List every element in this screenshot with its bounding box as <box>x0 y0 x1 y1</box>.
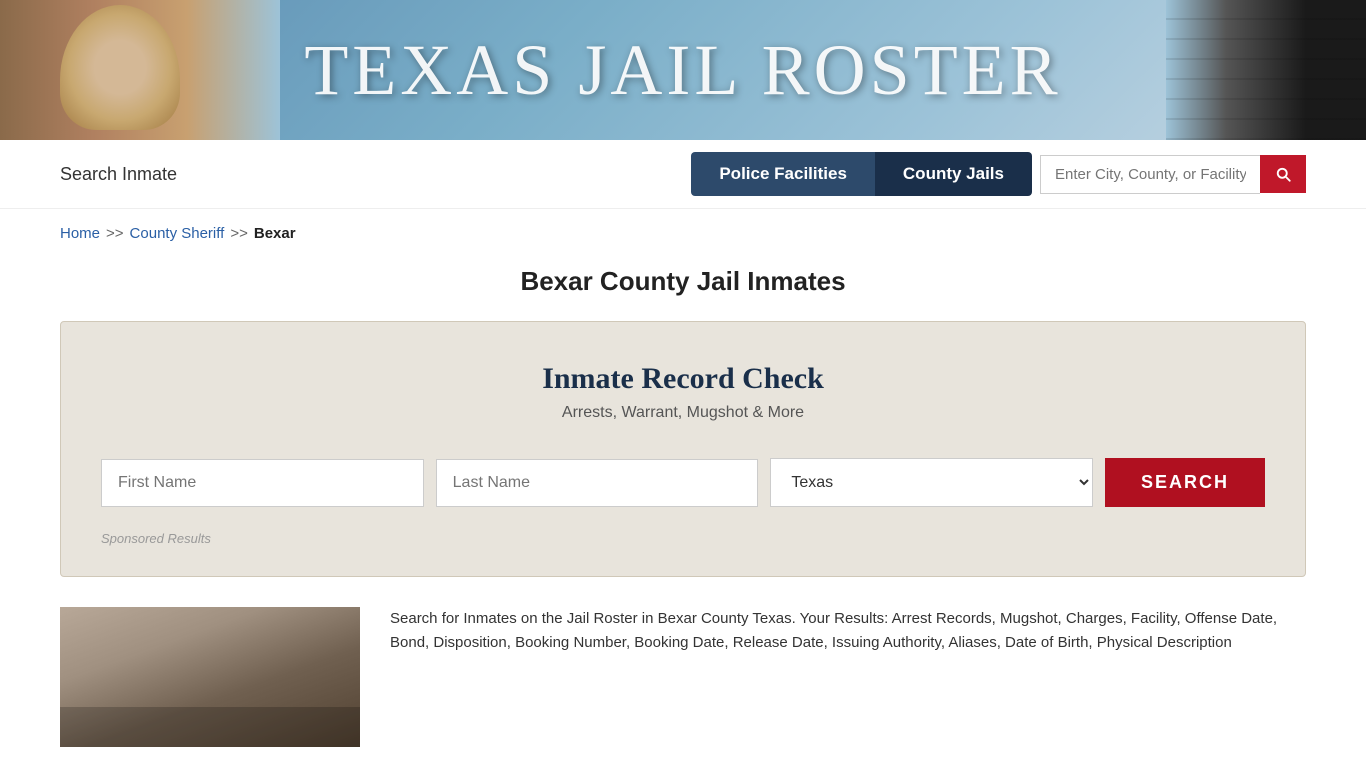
facility-search-input[interactable] <box>1040 155 1260 194</box>
sponsored-label: Sponsored Results <box>101 531 1265 546</box>
nav-right: Police Facilities County Jails <box>691 152 1306 196</box>
breadcrumb-separator-2: >> <box>230 225 248 242</box>
police-facilities-tab[interactable]: Police Facilities <box>691 152 875 196</box>
breadcrumb: Home >> County Sheriff >> Bexar <box>0 209 1366 250</box>
facility-search-wrapper <box>1040 155 1306 194</box>
record-check-form: AlabamaAlaskaArizonaArkansasCaliforniaCo… <box>101 458 1265 507</box>
banner-title: Texas Jail Roster <box>304 29 1061 112</box>
nav-bar: Search Inmate Police Facilities County J… <box>0 140 1366 209</box>
breadcrumb-separator-1: >> <box>106 225 124 242</box>
state-select[interactable]: AlabamaAlaskaArizonaArkansasCaliforniaCo… <box>770 458 1093 507</box>
record-check-title: Inmate Record Check <box>101 362 1265 396</box>
search-inmate-label: Search Inmate <box>60 164 177 185</box>
bottom-section: Search for Inmates on the Jail Roster in… <box>60 607 1306 767</box>
breadcrumb-home[interactable]: Home <box>60 225 100 242</box>
record-check-subtitle: Arrests, Warrant, Mugshot & More <box>101 404 1265 422</box>
banner-right-image <box>1166 0 1366 140</box>
header-banner: Texas Jail Roster <box>0 0 1366 140</box>
record-check-box: Inmate Record Check Arrests, Warrant, Mu… <box>60 321 1306 577</box>
facility-search-button[interactable] <box>1260 155 1306 193</box>
breadcrumb-current: Bexar <box>254 225 296 242</box>
first-name-input[interactable] <box>101 459 424 507</box>
last-name-input[interactable] <box>436 459 759 507</box>
page-title: Bexar County Jail Inmates <box>0 250 1366 321</box>
bottom-building-image <box>60 607 360 747</box>
breadcrumb-county-sheriff[interactable]: County Sheriff <box>130 225 225 242</box>
banner-left-image <box>0 0 280 140</box>
search-button[interactable]: SEARCH <box>1105 458 1265 507</box>
search-icon <box>1274 165 1292 183</box>
bottom-description: Search for Inmates on the Jail Roster in… <box>390 607 1306 747</box>
county-jails-tab[interactable]: County Jails <box>875 152 1032 196</box>
